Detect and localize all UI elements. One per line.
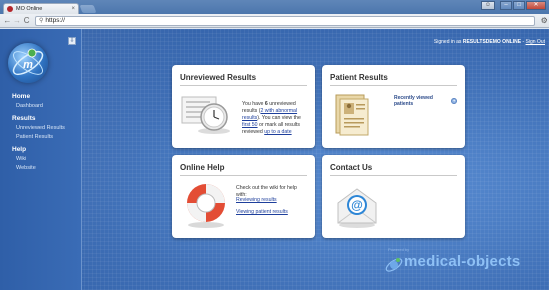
signed-in-prefix: Signed in as <box>433 39 462 45</box>
search-icon: ⚲ <box>38 18 44 24</box>
lifebuoy-icon <box>187 184 225 228</box>
svg-text:m: m <box>23 59 33 71</box>
sidebar-item-patient-results[interactable]: Patient Results <box>16 134 65 140</box>
tab-title: MO Online <box>16 6 43 12</box>
divider <box>330 175 457 176</box>
back-arrow-icon[interactable]: ← <box>3 16 12 26</box>
first-50-link[interactable]: first 50 <box>242 122 258 128</box>
card-body: Recently viewed patients + <box>330 89 457 144</box>
card-body: @ <box>330 179 457 234</box>
email-envelope-icon: @ <box>337 188 377 228</box>
medical-objects-logo-icon <box>385 258 403 272</box>
powered-by-label: Powered by <box>388 247 410 252</box>
divider <box>180 175 307 176</box>
unreviewed-text-3: ). You can view the <box>257 115 301 121</box>
address-bar[interactable]: ⚲ <box>34 15 536 26</box>
card-body: You have 6 unreviewed results (2 with ab… <box>180 89 307 144</box>
clock-icon <box>181 96 230 134</box>
sidebar-item-dashboard[interactable]: Dashboard <box>16 103 65 109</box>
sign-out-link[interactable]: Sign Out <box>526 39 545 45</box>
signed-in-user: RESULTSDEMO ONLINE <box>462 39 522 45</box>
tab-close-icon[interactable]: × <box>71 6 75 12</box>
signed-in-separator: - <box>522 39 525 45</box>
up-to-a-date-link[interactable]: up to a date <box>264 129 291 135</box>
sidebar-item-website[interactable]: Website <box>16 165 65 171</box>
card-title-help[interactable]: Online Help <box>172 155 315 172</box>
sidebar: m ⇩ Home Dashboard Results Unreviewed Re… <box>0 29 82 290</box>
divider <box>180 85 307 86</box>
nav-section-help[interactable]: Help <box>12 146 65 153</box>
collapse-sidebar-button[interactable]: ⇩ <box>68 37 76 45</box>
card-title-contact[interactable]: Contact Us <box>322 155 465 172</box>
user-profile-icon[interactable]: ☺ <box>481 1 495 10</box>
page-content: m ⇩ Home Dashboard Results Unreviewed Re… <box>0 29 549 290</box>
nav-section-results[interactable]: Results <box>12 115 65 122</box>
online-help-card: Online Help Check out the wiki for help … <box>172 155 315 238</box>
close-window-button[interactable]: ✕ <box>526 1 546 10</box>
brand-name: medical-objects <box>404 253 521 270</box>
recently-viewed-patients[interactable]: Recently viewed patients + <box>394 95 457 107</box>
card-title-patient[interactable]: Patient Results <box>322 65 465 82</box>
sidebar-item-wiki[interactable]: Wiki <box>16 156 65 162</box>
sidebar-nav: Home Dashboard Results Unreviewed Result… <box>12 93 65 174</box>
card-title-unreviewed[interactable]: Unreviewed Results <box>172 65 315 82</box>
reload-icon[interactable]: C <box>22 16 31 26</box>
unreviewed-count: 6 <box>264 101 268 107</box>
forward-arrow-icon[interactable]: → <box>13 16 22 26</box>
browser-tab[interactable]: MO Online × <box>3 3 79 14</box>
svg-text:@: @ <box>351 198 363 212</box>
patient-results-card: Patient Results Recently viewed patients… <box>322 65 465 148</box>
expand-circle-icon[interactable]: + <box>451 98 457 104</box>
nav-section-home[interactable]: Home <box>12 93 65 100</box>
site-favicon-icon <box>7 6 13 12</box>
patient-folder-icon <box>335 94 369 136</box>
card-body: Check out the wiki for help with: Review… <box>180 179 307 234</box>
maximize-button[interactable]: □ <box>513 1 525 10</box>
window-controls: ☺ – □ ✕ <box>481 1 546 10</box>
url-input[interactable] <box>45 17 246 24</box>
minimize-button[interactable]: – <box>500 1 512 10</box>
reviewing-results-link[interactable]: Reviewing results <box>236 197 277 203</box>
wrench-menu-icon[interactable]: ⚙ <box>539 16 549 26</box>
new-tab-button[interactable] <box>79 5 97 13</box>
viewing-patient-results-link[interactable]: Viewing patient results <box>236 209 288 215</box>
unreviewed-results-card: Unreviewed Results You have 6 unreviewed… <box>172 65 315 148</box>
contact-us-card: Contact Us @ <box>322 155 465 238</box>
sidebar-item-unreviewed-results[interactable]: Unreviewed Results <box>16 125 65 131</box>
unreviewed-text-1: You have <box>242 101 264 107</box>
recently-viewed-label[interactable]: Recently viewed patients <box>394 95 448 107</box>
browser-toolbar: ← → C ⚲ ⚙ <box>0 14 549 28</box>
signed-in-status: Signed in as RESULTSDEMO ONLINE - Sign O… <box>434 39 545 45</box>
divider <box>330 85 457 86</box>
browser-titlebar: MO Online × ☺ – □ ✕ <box>0 0 549 14</box>
app-logo: m <box>8 43 48 83</box>
